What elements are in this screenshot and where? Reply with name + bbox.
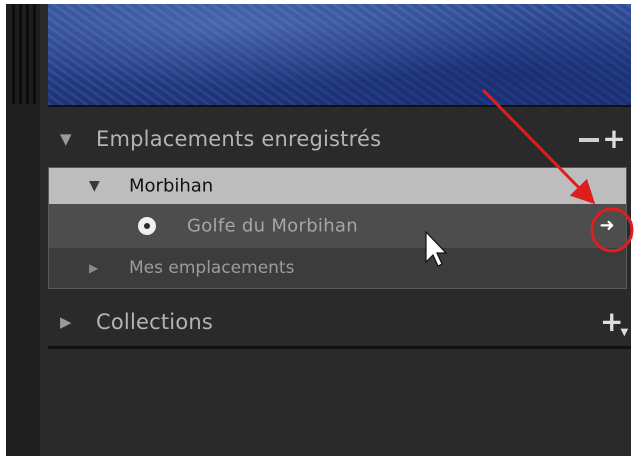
add-collection-button[interactable]: +▼ xyxy=(600,302,631,342)
expand-triangle-icon[interactable]: ▼ xyxy=(60,130,72,148)
saved-locations-title: Emplacements enregistrés xyxy=(96,127,382,151)
remove-location-button[interactable] xyxy=(579,138,599,142)
saved-locations-header[interactable]: ▼ Emplacements enregistrés + xyxy=(48,119,631,159)
collections-title: Collections xyxy=(96,310,214,334)
folder-label: Mes emplacements xyxy=(129,258,295,278)
expand-triangle-icon[interactable]: ▶ xyxy=(60,313,72,331)
panel-groove xyxy=(33,4,36,104)
folder-label: Morbihan xyxy=(129,175,214,197)
left-panel-edge xyxy=(6,4,40,456)
expand-triangle-icon[interactable]: ▶ xyxy=(89,261,98,275)
panel-groove xyxy=(26,4,29,104)
section-divider xyxy=(48,346,631,349)
saved-locations-tree: ▼ Morbihan Golfe du Morbihan ➜ ▶ Mes emp… xyxy=(48,167,627,289)
arrow-right-icon[interactable]: ➜ xyxy=(596,215,618,237)
panel-groove xyxy=(19,4,22,104)
location-label: Golfe du Morbihan xyxy=(187,215,358,237)
chevron-down-icon: ▼ xyxy=(620,327,629,338)
tree-item-golfe-du-morbihan[interactable]: Golfe du Morbihan ➜ xyxy=(49,204,626,248)
tree-folder-mes-emplacements[interactable]: ▶ Mes emplacements xyxy=(49,248,626,288)
tree-folder-morbihan[interactable]: ▼ Morbihan xyxy=(49,168,626,204)
lightroom-panel: ▼ Emplacements enregistrés + ▼ Morbihan … xyxy=(6,4,631,456)
add-location-button[interactable]: + xyxy=(602,119,626,159)
radio-target-icon[interactable] xyxy=(138,217,156,235)
map-preview[interactable] xyxy=(48,4,631,107)
collections-header[interactable]: ▶ Collections +▼ xyxy=(48,302,631,342)
panel-groove xyxy=(12,4,15,104)
collapse-triangle-icon[interactable]: ▼ xyxy=(89,178,100,194)
